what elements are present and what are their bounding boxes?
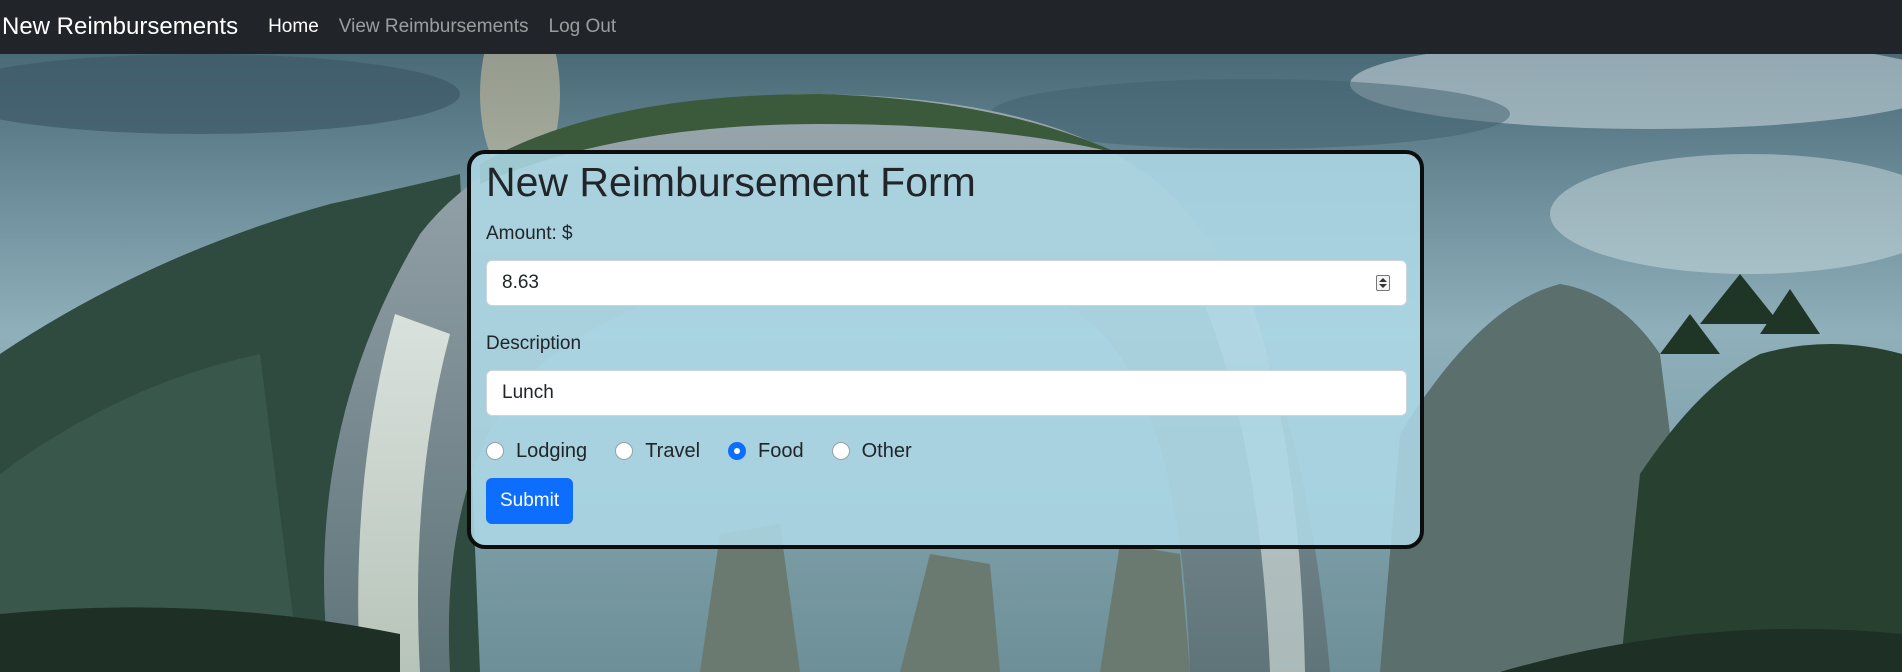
radio-option-food[interactable]: Food (728, 440, 804, 463)
radio-label-travel: Travel (645, 439, 701, 462)
form-title: New Reimbursement Form (486, 159, 976, 205)
radio-option-travel[interactable]: Travel (615, 440, 700, 463)
description-input[interactable]: Lunch (486, 370, 1407, 416)
nav-link-log-out[interactable]: Log Out (549, 16, 617, 38)
reimbursement-form-card: New Reimbursement Form Amount: $ 8.63 De… (467, 150, 1424, 549)
radio-option-other[interactable]: Other (831, 439, 912, 463)
description-input-value: Lunch (502, 382, 554, 403)
radio-food[interactable] (728, 442, 747, 460)
number-spinner-icon[interactable] (1376, 275, 1390, 291)
amount-label: Amount: $ (486, 223, 573, 244)
radio-other[interactable] (831, 442, 850, 460)
amount-input[interactable]: 8.63 (486, 260, 1407, 306)
top-navbar: New Reimbursements Home View Reimburseme… (0, 0, 1902, 54)
amount-input-value: 8.63 (502, 272, 539, 293)
nav-link-view-reimbursements[interactable]: View Reimbursements (339, 16, 529, 38)
description-label: Description (486, 333, 582, 354)
spinner-down-icon[interactable] (1379, 284, 1387, 288)
radio-travel[interactable] (615, 442, 634, 460)
radio-label-food: Food (758, 439, 804, 462)
submit-button[interactable]: Submit (486, 478, 574, 524)
navbar-brand[interactable]: New Reimbursements (2, 13, 238, 41)
radio-option-lodging[interactable]: Lodging (486, 440, 587, 463)
nav-link-home[interactable]: Home (268, 16, 319, 38)
radio-lodging[interactable] (486, 442, 504, 460)
reimbursement-type-group: Lodging Travel Food Other (486, 438, 1406, 464)
radio-label-lodging: Lodging (516, 439, 588, 462)
radio-label-other: Other (861, 439, 912, 462)
spinner-up-icon[interactable] (1379, 278, 1387, 282)
